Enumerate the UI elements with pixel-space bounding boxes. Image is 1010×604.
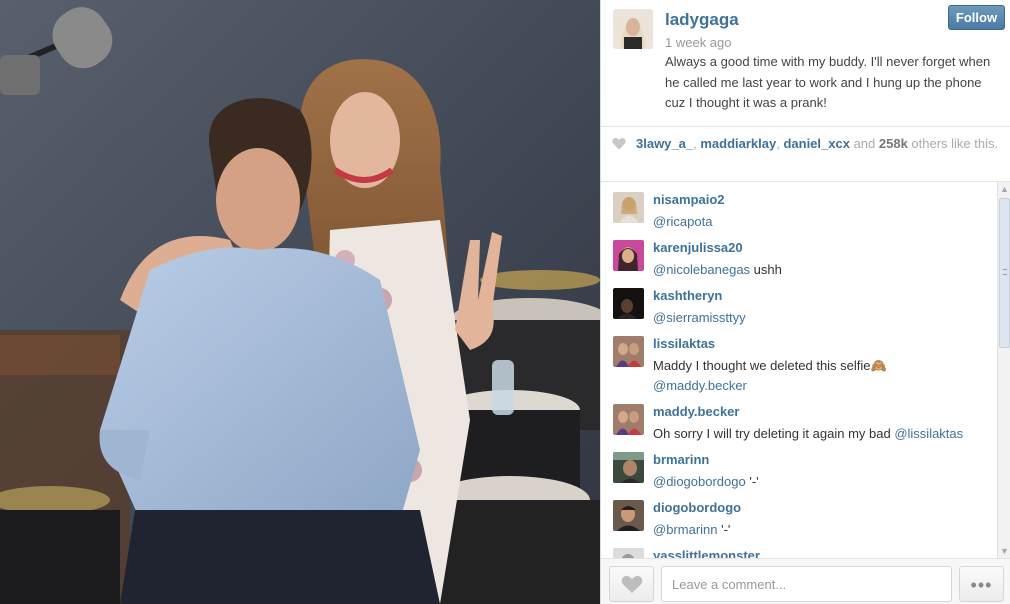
comment-username[interactable]: yasslittlemonster — [653, 548, 760, 558]
comment-body: Oh sorry I will try deleting it again my… — [653, 426, 895, 441]
heart-icon — [621, 575, 643, 593]
comment-username[interactable]: kashtheryn — [653, 288, 722, 303]
ellipsis-icon: ••• — [970, 575, 993, 595]
likes-count[interactable]: 258k — [879, 136, 908, 151]
likes-suffix: others like this. — [907, 136, 999, 151]
commenter-avatar[interactable] — [613, 336, 644, 367]
comments-list[interactable]: nisampaio2 @ricapota karenjulissa20 @nic… — [601, 182, 997, 558]
liker-username[interactable]: daniel_xcx — [783, 136, 850, 151]
comment-username[interactable]: karenjulissa20 — [653, 240, 743, 255]
comment-mention[interactable]: @sierramissttyy — [653, 310, 746, 325]
comment-username[interactable]: nisampaio2 — [653, 192, 725, 207]
liker-username[interactable]: 3lawy_a_ — [636, 136, 693, 151]
like-button[interactable] — [609, 566, 654, 602]
comment-footer: ••• — [601, 558, 1010, 604]
post-caption: Always a good time with my buddy. I'll n… — [665, 54, 991, 110]
comment-username[interactable]: brmarinn — [653, 452, 709, 467]
post-details-panel: ladygaga 1 week ago Always a good time w… — [600, 0, 1010, 604]
owner-avatar[interactable] — [613, 9, 653, 49]
liker-username[interactable]: maddiarklay — [700, 136, 776, 151]
commenter-avatar[interactable] — [613, 452, 644, 483]
comment-body: '-' — [717, 522, 731, 537]
comment-text: Maddy I thought we deleted this selfie🙈 @… — [653, 356, 993, 396]
comment-text: @diogobordogo '-' — [653, 472, 993, 492]
comment-body: ushh — [750, 262, 782, 277]
heart-icon — [612, 137, 626, 150]
comment-username[interactable]: lissilaktas — [653, 336, 715, 351]
comment-text: @sierramissttyy — [653, 308, 993, 328]
comment-body: Maddy I thought we deleted this selfie🙈 — [653, 358, 887, 373]
scrollbar-thumb[interactable] — [999, 198, 1010, 348]
likes-and-text: and — [849, 136, 879, 151]
comment-text: @brmarinn '-' — [653, 520, 993, 540]
comment-username[interactable]: maddy.becker — [653, 404, 739, 419]
comment-input[interactable] — [661, 566, 952, 602]
likes-section: 3lawy_a_, maddiarklay, daniel_xcx and 25… — [601, 126, 1010, 182]
comment-text: Oh sorry I will try deleting it again my… — [653, 424, 993, 444]
owner-username[interactable]: ladygaga — [665, 10, 739, 30]
post-photo — [0, 0, 600, 604]
comment-mention[interactable]: @maddy.becker — [653, 378, 747, 393]
comment-mention[interactable]: @lissilaktas — [894, 426, 963, 441]
comment-text: @nicolebanegas ushh — [653, 260, 993, 280]
likes-summary: 3lawy_a_, maddiarklay, daniel_xcx and 25… — [636, 136, 1001, 152]
commenter-avatar[interactable] — [613, 548, 644, 558]
comment-username[interactable]: diogobordogo — [653, 500, 741, 515]
comment-mention[interactable]: @brmarinn — [653, 522, 718, 537]
comment-text: @ricapota — [653, 212, 993, 232]
post-timestamp[interactable]: 1 week ago — [665, 35, 732, 50]
scrollbar-grip-icon — [1003, 269, 1007, 275]
commenter-avatar[interactable] — [613, 192, 644, 223]
comments-scrollbar[interactable]: ▲ ▼ — [997, 182, 1010, 558]
scroll-up-arrow-icon[interactable]: ▲ — [998, 182, 1010, 196]
scroll-down-arrow-icon[interactable]: ▼ — [998, 544, 1010, 558]
comment-mention[interactable]: @diogobordogo — [653, 474, 746, 489]
commenter-avatar[interactable] — [613, 240, 644, 271]
follow-button[interactable]: Follow — [948, 5, 1005, 30]
comment-mention[interactable]: @ricapota — [653, 214, 712, 229]
commenter-avatar[interactable] — [613, 500, 644, 531]
post-header: ladygaga 1 week ago Always a good time w… — [601, 0, 1010, 126]
comment-mention[interactable]: @nicolebanegas — [653, 262, 750, 277]
commenter-avatar[interactable] — [613, 404, 644, 435]
comment-body: '-' — [745, 474, 759, 489]
commenter-avatar[interactable] — [613, 288, 644, 319]
more-options-button[interactable]: ••• — [959, 566, 1004, 602]
